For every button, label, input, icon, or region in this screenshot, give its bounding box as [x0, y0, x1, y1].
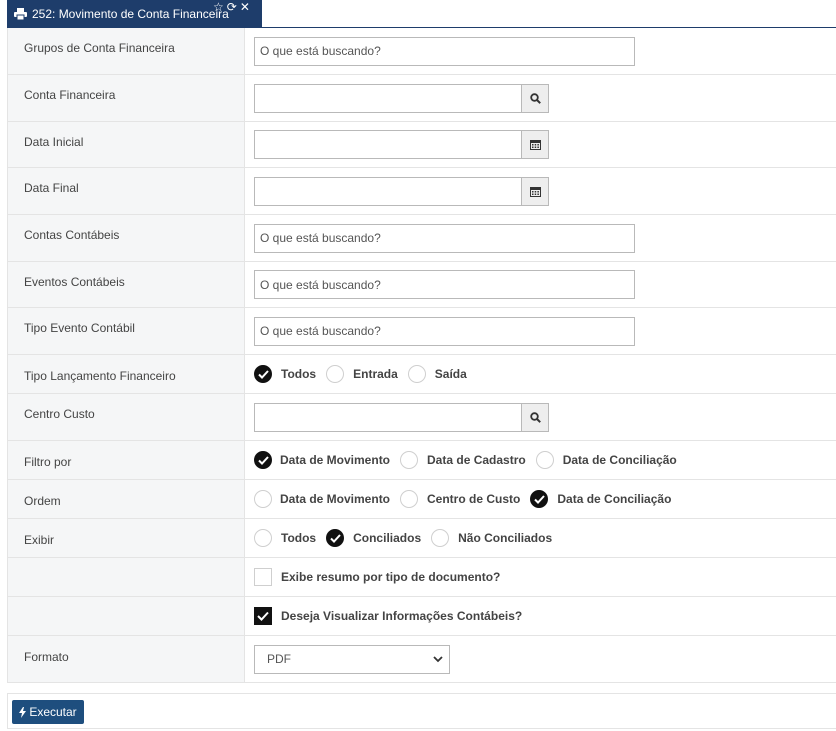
visualizar-contabeis-checkbox-option[interactable]: Deseja Visualizar Informações Contábeis?	[254, 607, 522, 625]
search-icon	[529, 92, 541, 104]
search-button[interactable]	[521, 83, 549, 113]
execute-button[interactable]: Executar	[12, 700, 84, 724]
row-filtro-por: Filtro por Data de Movimento Data de Cad…	[8, 441, 836, 480]
star-icon[interactable]: ☆	[213, 1, 224, 13]
checkbox-unchecked-icon[interactable]	[254, 568, 272, 586]
formato-select[interactable]: PDF	[254, 644, 450, 674]
calendar-icon	[529, 140, 541, 150]
radio-option-centro-custo[interactable]: Centro de Custo	[400, 490, 520, 508]
search-icon	[529, 411, 541, 423]
exibe-resumo-checkbox-option[interactable]: Exibe resumo por tipo de documento?	[254, 568, 500, 586]
field-label: Filtro por	[8, 441, 245, 479]
field-label: Eventos Contábeis	[8, 262, 245, 307]
exibir-radio-group: Todos Conciliados Não Conciliados	[254, 529, 562, 547]
filtro-por-radio-group: Data de Movimento Data de Cadastro Data …	[254, 451, 687, 469]
data-final-input[interactable]	[254, 176, 521, 206]
checkbox-checked-icon[interactable]	[254, 607, 272, 625]
row-conta-financeira: Conta Financeira	[8, 75, 836, 122]
printer-icon	[14, 7, 27, 20]
field-label: Data Final	[8, 168, 245, 214]
row-contas-contabeis: Contas Contábeis	[8, 215, 836, 262]
field-label: Exibir	[8, 519, 245, 557]
field-label: Ordem	[8, 480, 245, 518]
report-tab[interactable]: 252: Movimento de Conta Financeira ☆ ⟳ ✕	[7, 0, 262, 27]
tipo-evento-input[interactable]	[254, 316, 635, 346]
row-exibir: Exibir Todos Conciliados Não Conciliados	[8, 519, 836, 558]
field-label: Tipo Lançamento Financeiro	[8, 355, 245, 393]
radio-option-conciliados[interactable]: Conciliados	[326, 529, 421, 547]
radio-option-todos[interactable]: Todos	[254, 365, 316, 383]
bolt-icon	[19, 706, 27, 718]
tab-title: 252: Movimento de Conta Financeira	[32, 6, 229, 21]
row-data-inicial: Data Inicial	[8, 122, 836, 168]
row-tipo-evento: Tipo Evento Contábil	[8, 308, 836, 355]
conta-financeira-input[interactable]	[254, 83, 521, 113]
tipo-lancamento-radio-group: Todos Entrada Saída	[254, 365, 477, 383]
radio-option-data-movimento[interactable]: Data de Movimento	[254, 490, 390, 508]
centro-custo-input[interactable]	[254, 402, 521, 432]
ordem-radio-group: Data de Movimento Centro de Custo Data d…	[254, 490, 681, 508]
field-label: Conta Financeira	[8, 75, 245, 121]
row-eventos-contabeis: Eventos Contábeis	[8, 262, 836, 308]
chevron-down-icon	[433, 655, 443, 662]
calendar-icon	[529, 186, 541, 197]
radio-option-data-conciliacao[interactable]: Data de Conciliação	[535, 451, 677, 469]
radio-checked-icon[interactable]	[254, 451, 272, 469]
calendar-button[interactable]	[521, 130, 549, 159]
row-visualizar-contabeis: Deseja Visualizar Informações Contábeis?	[8, 597, 836, 636]
radio-unchecked-icon[interactable]	[254, 490, 272, 508]
row-centro-custo: Centro Custo	[8, 394, 836, 441]
field-label: Centro Custo	[8, 394, 245, 440]
radio-option-entrada[interactable]: Entrada	[326, 365, 398, 383]
calendar-button[interactable]	[521, 176, 549, 206]
close-icon[interactable]: ✕	[240, 1, 250, 13]
search-button[interactable]	[521, 402, 549, 432]
radio-unchecked-icon[interactable]	[400, 490, 419, 508]
radio-unchecked-icon[interactable]	[326, 365, 345, 383]
exibe-resumo-label: Exibe resumo por tipo de documento?	[281, 570, 501, 584]
data-inicial-input[interactable]	[254, 130, 521, 159]
visualizar-contabeis-label: Deseja Visualizar Informações Contábeis?	[281, 609, 523, 623]
execute-label: Executar	[29, 705, 77, 719]
radio-unchecked-icon[interactable]	[407, 365, 426, 383]
radio-unchecked-icon[interactable]	[400, 451, 419, 469]
row-tipo-lancamento: Tipo Lançamento Financeiro Todos Entrada…	[8, 355, 836, 394]
radio-checked-icon[interactable]	[254, 365, 272, 383]
formato-selected-value: PDF	[267, 652, 291, 666]
radio-option-todos[interactable]: Todos	[254, 529, 316, 547]
radio-option-data-movimento[interactable]: Data de Movimento	[254, 451, 390, 469]
radio-option-data-conciliacao[interactable]: Data de Conciliação	[530, 490, 671, 508]
row-formato: Formato PDF	[8, 636, 836, 683]
refresh-icon[interactable]: ⟳	[227, 1, 237, 13]
field-label: Data Inicial	[8, 122, 245, 167]
report-form: Grupos de Conta Financeira Conta Finance…	[7, 28, 836, 683]
field-label: Grupos de Conta Financeira	[8, 28, 245, 74]
radio-option-data-cadastro[interactable]: Data de Cadastro	[400, 451, 526, 469]
row-grupos-conta: Grupos de Conta Financeira	[8, 28, 836, 75]
field-label: Contas Contábeis	[8, 215, 245, 261]
grupos-conta-input[interactable]	[254, 36, 635, 66]
row-data-final: Data Final	[8, 168, 836, 215]
radio-unchecked-icon[interactable]	[431, 529, 450, 547]
radio-option-saida[interactable]: Saída	[407, 365, 467, 383]
contas-contabeis-input[interactable]	[254, 223, 635, 253]
row-exibe-resumo: Exibe resumo por tipo de documento?	[8, 558, 836, 597]
radio-unchecked-icon[interactable]	[535, 451, 554, 469]
row-ordem: Ordem Data de Movimento Centro de Custo …	[8, 480, 836, 519]
radio-checked-icon[interactable]	[530, 490, 549, 508]
eventos-contabeis-input[interactable]	[254, 270, 635, 299]
field-label: Tipo Evento Contábil	[8, 308, 245, 354]
radio-unchecked-icon[interactable]	[254, 529, 272, 547]
form-footer: Executar	[7, 693, 836, 729]
field-label: Formato	[8, 636, 245, 682]
radio-option-nao-conciliados[interactable]: Não Conciliados	[431, 529, 552, 547]
radio-checked-icon[interactable]	[326, 529, 345, 547]
